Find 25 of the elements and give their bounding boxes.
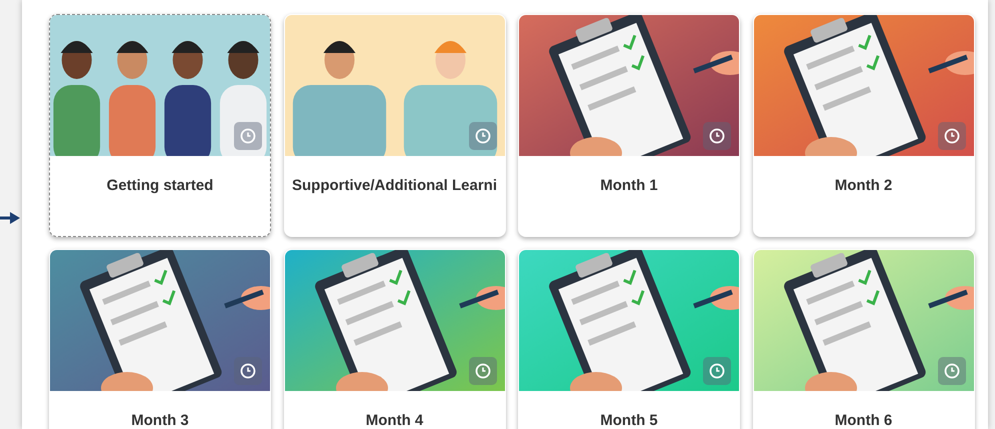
clock-icon: [938, 122, 966, 150]
clock-icon: [234, 357, 262, 385]
card-title: Month 2: [834, 176, 894, 196]
course-card[interactable]: Month 5: [518, 249, 740, 429]
arrow-icon: [0, 210, 20, 225]
course-card[interactable]: Month 1: [518, 14, 740, 237]
card-title: Month 6: [834, 411, 894, 429]
clock-icon: [234, 122, 262, 150]
card-title: Month 5: [599, 411, 659, 429]
card-title: Getting started: [106, 176, 214, 196]
clock-icon: [468, 357, 496, 385]
course-card[interactable]: Month 4: [284, 249, 506, 429]
course-card[interactable]: Month 6: [752, 249, 974, 429]
card-title: Month 1: [599, 176, 659, 196]
card-title: Month 4: [364, 411, 424, 429]
course-card[interactable]: Supportive/Additional Learni: [284, 14, 506, 237]
course-card[interactable]: Month 3: [49, 249, 271, 429]
clock-icon: [468, 122, 496, 150]
card-title: Month 3: [130, 411, 190, 429]
course-card[interactable]: Month 2: [752, 14, 974, 237]
clock-icon: [703, 122, 731, 150]
clock-icon: [703, 357, 731, 385]
card-title: Supportive/Additional Learni: [290, 176, 498, 196]
course-card[interactable]: Getting started: [49, 14, 271, 237]
clock-icon: [938, 357, 966, 385]
